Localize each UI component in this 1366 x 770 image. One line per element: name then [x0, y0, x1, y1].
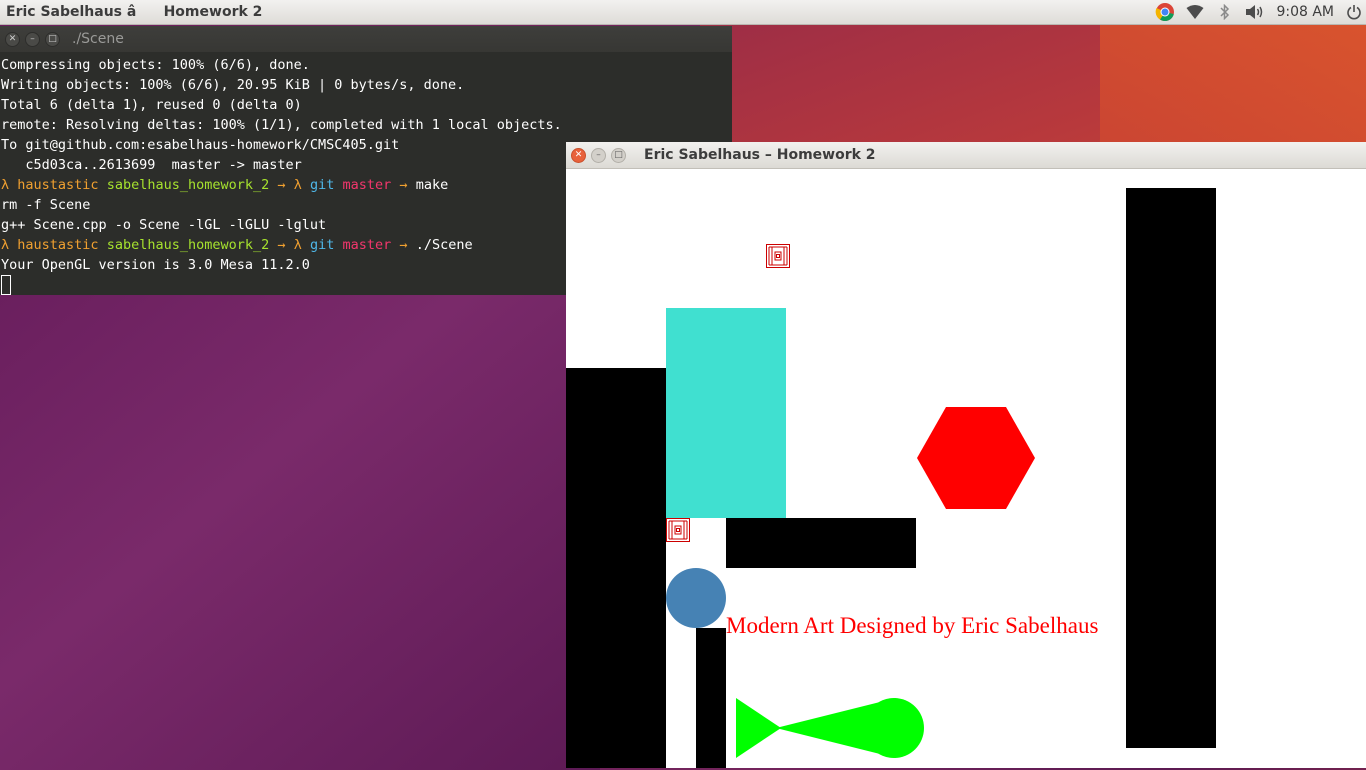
close-icon[interactable]: ✕	[571, 147, 586, 163]
chrome-icon[interactable]	[1150, 0, 1180, 24]
active-window-title: Eric Sabelhaus â Homework 2	[6, 4, 263, 20]
prompt-arrow: →	[399, 237, 408, 253]
prompt-lambda: λ	[293, 177, 302, 193]
prompt-lambda: λ	[293, 237, 302, 253]
top-panel: Eric Sabelhaus â Homework 2 9:08 AM	[0, 0, 1366, 25]
prompt-dir: sabelhaus_homework_2	[106, 177, 270, 193]
prompt-command: make	[415, 177, 449, 193]
black-rectangle	[696, 628, 726, 768]
terminal-title: ./Scene	[72, 31, 124, 47]
art-caption: Modern Art Designed by Eric Sabelhaus	[726, 613, 1099, 638]
terminal-line: Compressing objects: 100% (6/6), done.	[1, 57, 310, 73]
prompt-git: git	[309, 177, 335, 193]
opengl-window[interactable]: ✕ – □ Eric Sabelhaus – Homework 2 Modern…	[566, 142, 1366, 768]
terminal-line: Writing objects: 100% (6/6), 20.95 KiB |…	[1, 77, 465, 93]
prompt-arrow: →	[277, 237, 286, 253]
prompt-arrow: →	[277, 177, 286, 193]
black-rectangle	[1126, 188, 1216, 748]
prompt-dir: sabelhaus_homework_2	[106, 237, 270, 253]
terminal-line: remote: Resolving deltas: 100% (1/1), co…	[1, 117, 562, 133]
terminal-titlebar[interactable]: ✕ – □ ./Scene	[0, 26, 732, 52]
prompt-command: ./Scene	[415, 237, 473, 253]
power-icon[interactable]	[1342, 0, 1366, 24]
prompt-lambda: λ	[1, 177, 10, 193]
prompt-host: haustastic	[17, 237, 99, 253]
prompt-host: haustastic	[17, 177, 99, 193]
clock[interactable]: 9:08 AM	[1270, 4, 1342, 20]
minimize-icon[interactable]: –	[591, 147, 606, 163]
terminal-line: Total 6 (delta 1), reused 0 (delta 0)	[1, 97, 302, 113]
minimize-icon[interactable]: –	[25, 31, 40, 47]
black-rectangle	[726, 518, 916, 568]
volume-icon[interactable]	[1240, 0, 1270, 24]
opengl-canvas[interactable]: Modern Art Designed by Eric Sabelhaus	[566, 168, 1366, 768]
textured-square	[666, 518, 690, 542]
opengl-titlebar[interactable]: ✕ – □ Eric Sabelhaus – Homework 2	[566, 142, 1366, 169]
close-icon[interactable]: ✕	[5, 31, 20, 47]
terminal-cursor	[1, 275, 11, 295]
prompt-git: git	[309, 237, 335, 253]
bluetooth-icon[interactable]	[1210, 0, 1240, 24]
black-rectangle	[566, 368, 666, 768]
maximize-icon[interactable]: □	[611, 147, 626, 163]
textured-square	[766, 244, 790, 268]
prompt-arrow: →	[399, 177, 408, 193]
blue-circle	[666, 568, 726, 628]
wifi-icon[interactable]	[1180, 0, 1210, 24]
prompt-branch: master	[342, 177, 392, 193]
wallpaper-region	[0, 290, 600, 770]
green-shape	[736, 698, 924, 758]
opengl-window-title: Eric Sabelhaus – Homework 2	[644, 147, 876, 163]
teal-rectangle	[666, 308, 786, 518]
system-tray: 9:08 AM	[1150, 0, 1366, 24]
prompt-branch: master	[342, 237, 392, 253]
maximize-icon[interactable]: □	[45, 31, 60, 47]
red-hexagon	[917, 407, 1035, 509]
prompt-lambda: λ	[1, 237, 10, 253]
